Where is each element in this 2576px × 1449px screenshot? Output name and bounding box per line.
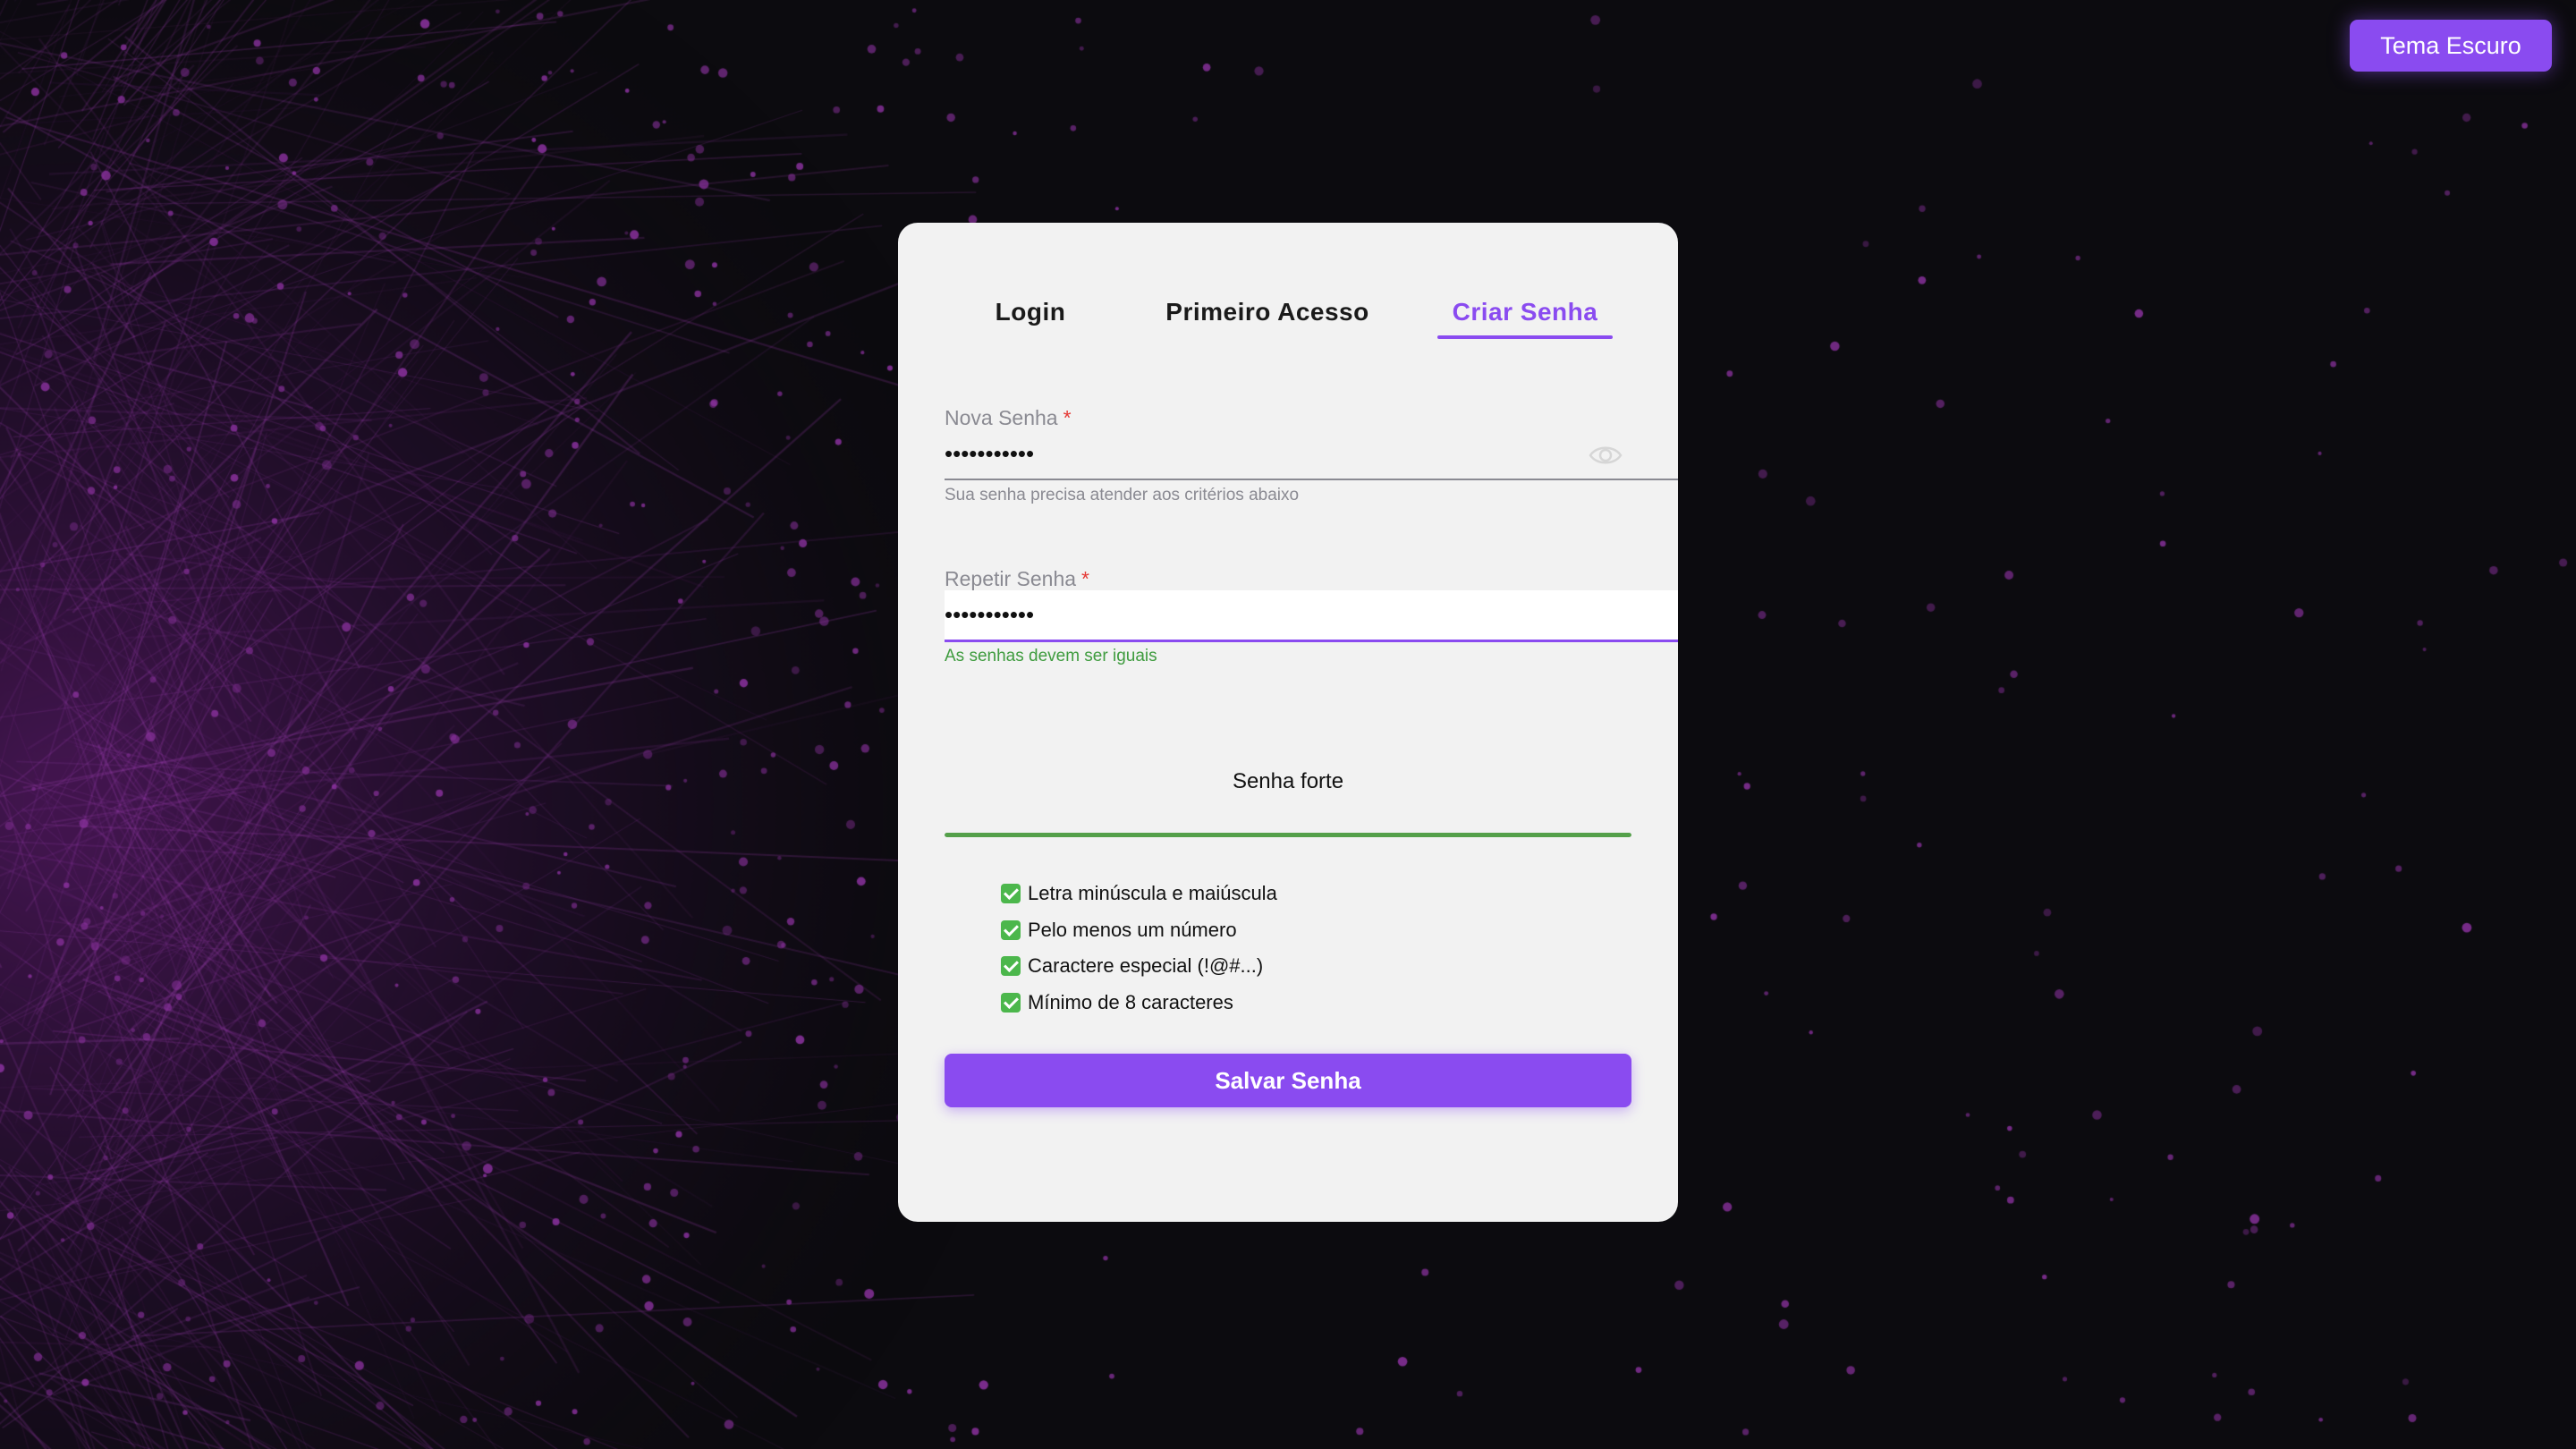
criteria-label: Letra minúscula e maiúscula (1028, 882, 1277, 905)
check-icon (1001, 956, 1021, 977)
active-tab-indicator (1437, 335, 1613, 339)
repeat-password-input[interactable] (945, 590, 1678, 642)
criteria-item: Caractere especial (!@#...) (1001, 948, 1277, 985)
check-icon (1001, 919, 1021, 940)
page-background: Tema Escuro Login Primeiro Acesso Criar … (0, 0, 2576, 1449)
password-strength-bar (945, 833, 1631, 837)
tab-login[interactable]: Login (981, 298, 1080, 334)
password-card: Login Primeiro Acesso Criar Senha Nova S… (898, 223, 1678, 1222)
criteria-item: Pelo menos um número (1001, 912, 1277, 949)
criteria-label: Caractere especial (!@#...) (1028, 954, 1264, 978)
password-strength-label: Senha forte (1232, 769, 1344, 793)
check-icon (1001, 992, 1021, 1013)
new-password-label: Nova Senha * (945, 406, 1072, 430)
repeat-password-label: Repetir Senha * (945, 567, 1089, 591)
check-icon (1001, 884, 1021, 904)
new-password-label-text: Nova Senha (945, 406, 1058, 429)
required-mark: * (1081, 567, 1089, 590)
theme-toggle-button[interactable]: Tema Escuro (2350, 20, 2552, 72)
tab-primeiro-acesso[interactable]: Primeiro Acesso (1157, 298, 1377, 334)
required-mark: * (1063, 406, 1072, 429)
password-criteria-list: Letra minúscula e maiúscula Pelo menos u… (1001, 876, 1277, 1021)
new-password-helper: Sua senha precisa atender aos critérios … (945, 486, 1300, 504)
criteria-item: Letra minúscula e maiúscula (1001, 876, 1277, 912)
criteria-item: Mínimo de 8 caracteres (1001, 985, 1277, 1021)
repeat-password-label-text: Repetir Senha (945, 567, 1077, 590)
criteria-label: Mínimo de 8 caracteres (1028, 990, 1233, 1013)
criteria-label: Pelo menos um número (1028, 918, 1237, 941)
tab-criar-senha[interactable]: Criar Senha (1437, 298, 1613, 334)
repeat-password-helper: As senhas devem ser iguais (945, 647, 1157, 665)
save-password-button[interactable]: Salvar Senha (945, 1054, 1631, 1107)
new-password-input[interactable] (945, 428, 1678, 480)
password-strength-fill (945, 833, 1631, 837)
eye-icon[interactable] (1588, 439, 1623, 471)
